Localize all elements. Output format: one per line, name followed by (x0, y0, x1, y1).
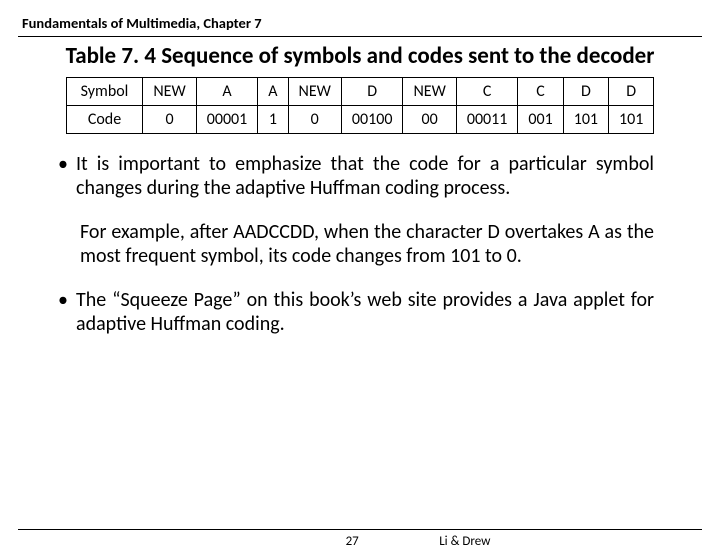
cell: C (518, 78, 563, 106)
cell: 001 (518, 106, 563, 134)
cell: D (341, 78, 403, 106)
cell: NEW (403, 78, 456, 106)
bullet-2-text: The “Squeeze Page” on this book’s web si… (76, 288, 654, 336)
footer: 27 Li & Drew (0, 529, 720, 534)
cell: 00001 (196, 106, 258, 134)
cell: 00 (403, 106, 456, 134)
body-text: • It is important to emphasize that the … (76, 152, 654, 336)
table-row: Symbol NEW A A NEW D NEW C C D D (66, 78, 654, 106)
bottom-rule (18, 529, 702, 530)
authors: Li & Drew (439, 534, 490, 549)
cell: 0 (288, 106, 341, 134)
bullet-1-sub: For example, after AADCCDD, when the cha… (80, 220, 654, 268)
cell: A (258, 78, 288, 106)
cell: D (609, 78, 654, 106)
cell: D (563, 78, 608, 106)
table-caption: Table 7. 4 Sequence of symbols and codes… (48, 43, 672, 69)
cell: 0 (143, 106, 196, 134)
cell: 101 (609, 106, 654, 134)
cell: NEW (288, 78, 341, 106)
table-row: Code 0 00001 1 0 00100 00 00011 001 101 … (66, 106, 654, 134)
bullet-dot-icon: • (58, 288, 68, 312)
bullet-2: • The “Squeeze Page” on this book’s web … (76, 288, 654, 336)
cell: 101 (563, 106, 608, 134)
cell: 00100 (341, 106, 403, 134)
codes-table: Symbol NEW A A NEW D NEW C C D D Code 0 … (66, 77, 655, 134)
row-label-symbol: Symbol (66, 78, 143, 106)
cell: NEW (143, 78, 196, 106)
row-label-code: Code (66, 106, 143, 134)
bullet-1-text: It is important to emphasize that the co… (76, 152, 654, 200)
cell: C (456, 78, 518, 106)
cell: 1 (258, 106, 288, 134)
page-number: 27 (346, 534, 359, 549)
cell: 00011 (456, 106, 518, 134)
cell: A (196, 78, 258, 106)
chapter-header: Fundamentals of Multimedia, Chapter 7 (22, 14, 702, 32)
bullet-dot-icon: • (58, 152, 68, 176)
slide-page: Fundamentals of Multimedia, Chapter 7 Ta… (0, 0, 720, 540)
top-rule (18, 36, 702, 37)
bullet-1: • It is important to emphasize that the … (76, 152, 654, 200)
